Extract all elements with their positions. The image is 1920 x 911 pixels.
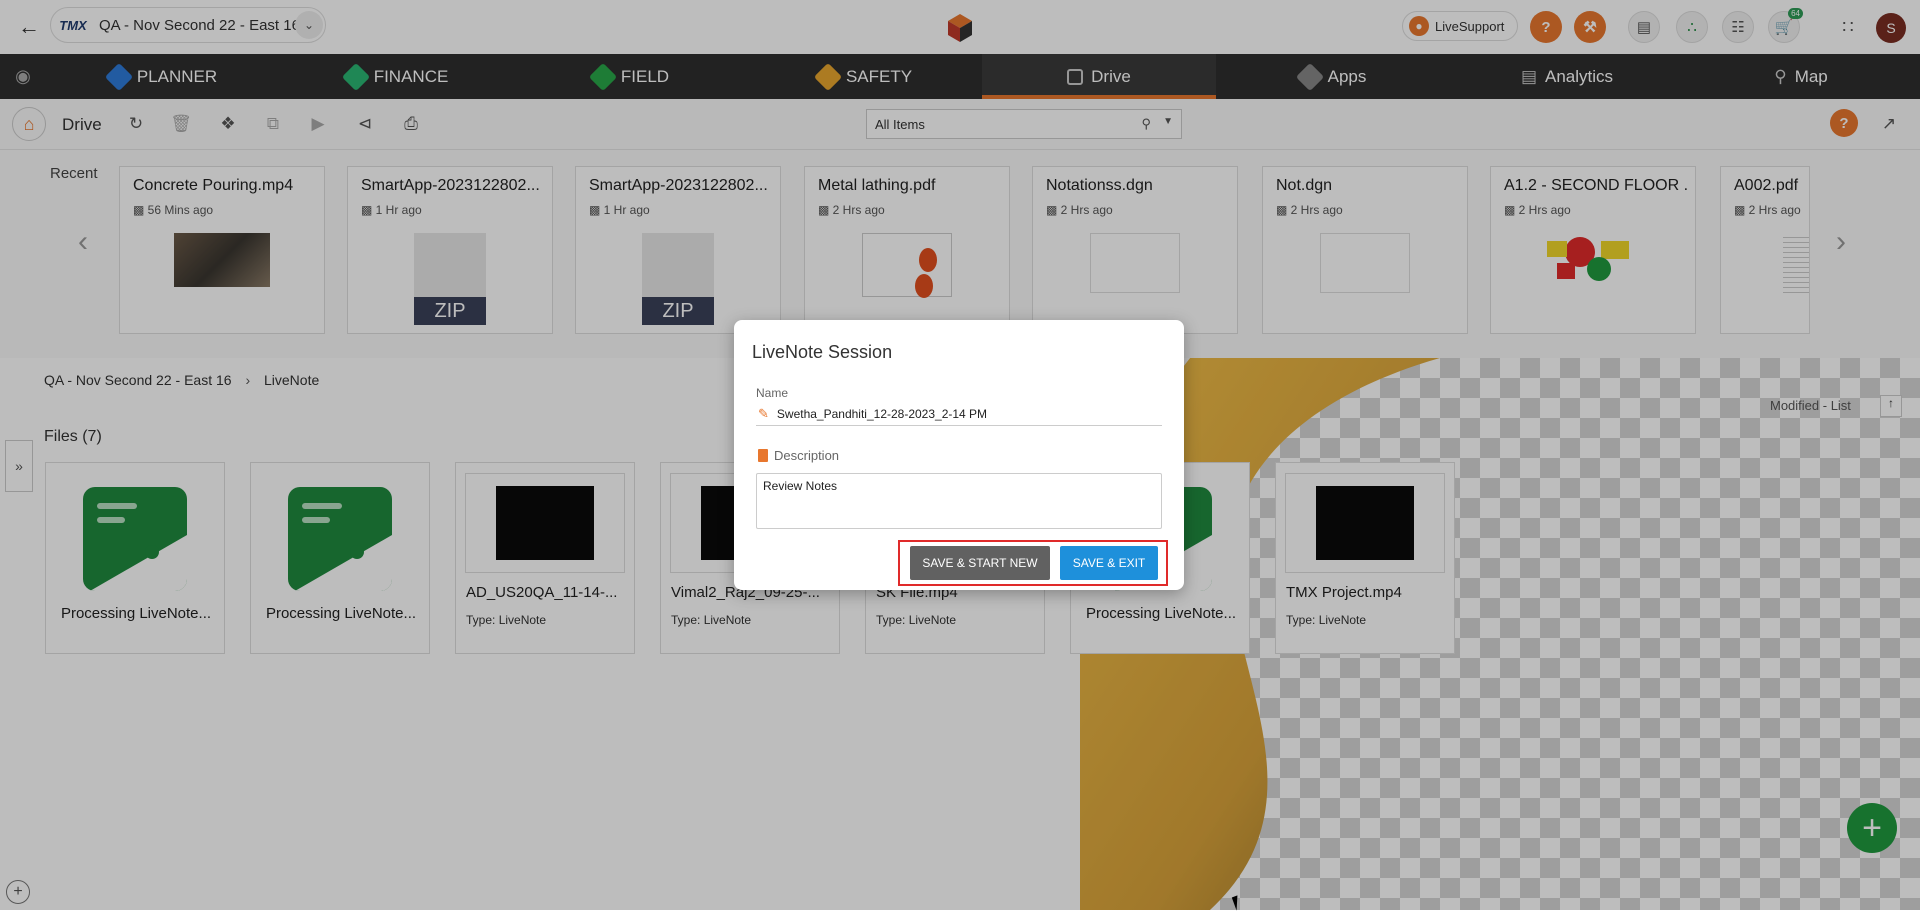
name-input[interactable] xyxy=(776,406,1147,421)
save-and-start-new-button[interactable]: SAVE & START NEW xyxy=(910,546,1050,580)
description-label-row: Description xyxy=(756,448,839,463)
note-icon xyxy=(758,449,768,462)
description-label: Description xyxy=(774,448,840,463)
save-and-exit-button[interactable]: SAVE & EXIT xyxy=(1060,546,1158,580)
name-field-row: ✎ xyxy=(756,402,1162,426)
livenote-session-dialog: LiveNote Session Name ✎ Description Revi… xyxy=(734,320,1184,590)
dialog-title: LiveNote Session xyxy=(752,342,893,362)
description-input[interactable]: Review Notes xyxy=(756,473,1162,529)
edit-icon: ✎ xyxy=(758,405,769,421)
name-label: Name xyxy=(756,386,789,400)
